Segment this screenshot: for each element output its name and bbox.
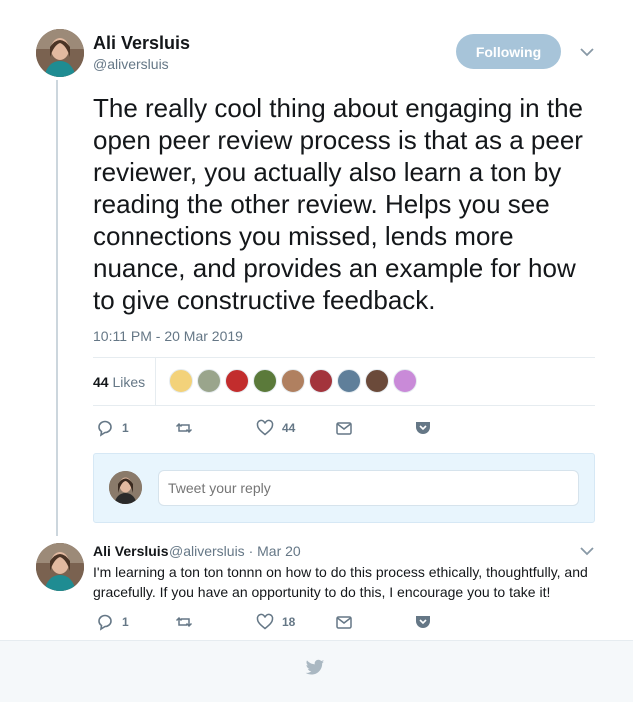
likes-count[interactable]: 44 Likes [93, 374, 145, 390]
like-action[interactable]: 18 [256, 613, 295, 631]
thread-connector-line [56, 80, 58, 536]
pocket-action[interactable] [414, 613, 432, 631]
like-action[interactable]: 44 [256, 419, 295, 437]
twitter-bird-icon [305, 659, 325, 675]
reply-count: 1 [122, 421, 129, 435]
likes-number: 44 [93, 374, 109, 390]
pocket-action[interactable] [414, 419, 432, 437]
liker-avatars [169, 369, 417, 393]
retweet-action[interactable] [175, 419, 201, 437]
envelope-icon [336, 616, 352, 629]
pocket-icon [416, 616, 430, 628]
likes-label: Likes [112, 374, 146, 390]
reply-author-avatar[interactable] [36, 543, 84, 591]
pocket-icon [416, 422, 430, 434]
author-name[interactable]: Ali Versluis [93, 33, 190, 54]
heart-icon [256, 613, 274, 630]
liker-avatar[interactable] [169, 369, 193, 393]
direct-message-action[interactable] [335, 613, 353, 631]
reply-tweet-text: I'm learning a ton ton tonnn on how to d… [93, 564, 588, 600]
tweet-timestamp[interactable]: 10:11 PM - 20 Mar 2019 [93, 328, 243, 344]
reply-composer [93, 453, 595, 523]
tweet-text: The really cool thing about engaging in … [93, 93, 584, 315]
following-button[interactable]: Following [456, 34, 561, 69]
likes-row: 44 Likes [93, 358, 595, 406]
retweet-icon [175, 422, 193, 434]
author-handle[interactable]: @aliversluis [93, 56, 169, 72]
liker-avatar[interactable] [225, 369, 249, 393]
retweet-icon [175, 616, 193, 628]
reply-icon [98, 614, 112, 631]
likes-separator [155, 358, 156, 406]
reply-count: 1 [122, 615, 129, 629]
direct-message-action[interactable] [335, 419, 353, 437]
current-user-avatar [109, 471, 142, 504]
author-avatar[interactable] [36, 29, 84, 77]
liker-avatar[interactable] [309, 369, 333, 393]
like-count: 44 [282, 421, 296, 435]
like-count: 18 [282, 615, 296, 629]
chevron-down-icon[interactable] [580, 546, 594, 556]
reply-action[interactable]: 1 [96, 419, 129, 437]
envelope-icon [336, 422, 352, 435]
heart-icon [256, 419, 274, 436]
liker-avatar[interactable] [253, 369, 277, 393]
reply-input[interactable] [158, 470, 579, 506]
reply-icon [98, 420, 112, 437]
liker-avatar[interactable] [365, 369, 389, 393]
chevron-down-icon[interactable] [580, 47, 594, 57]
divider [93, 405, 595, 406]
liker-avatar[interactable] [197, 369, 221, 393]
liker-avatar[interactable] [281, 369, 305, 393]
reply-action[interactable]: 1 [96, 613, 129, 631]
reply-author-handle-date[interactable]: @aliversluis · Mar 20 [169, 543, 301, 559]
reply-author-name[interactable]: Ali Versluis [93, 543, 168, 559]
liker-avatar[interactable] [393, 369, 417, 393]
retweet-action[interactable] [175, 613, 193, 631]
liker-avatar[interactable] [337, 369, 361, 393]
thread-footer [0, 640, 633, 702]
